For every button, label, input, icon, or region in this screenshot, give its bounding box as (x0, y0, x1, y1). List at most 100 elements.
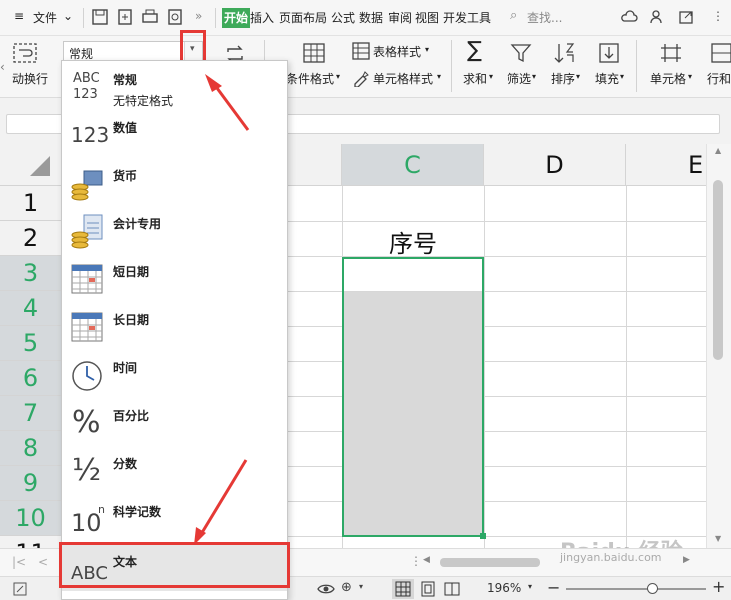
row-header-1[interactable]: 1 (0, 186, 62, 221)
scroll-down-icon[interactable]: ▼ (715, 534, 721, 543)
column-header-c[interactable]: C (342, 144, 484, 186)
prev-sheet-icon[interactable]: < (38, 555, 48, 569)
row-header-9[interactable]: 9 (0, 466, 62, 501)
table-style-icon[interactable] (352, 42, 370, 60)
format-option-long-date[interactable]: 长日期 (62, 301, 287, 349)
share-icon[interactable] (677, 8, 695, 26)
save-icon[interactable] (91, 8, 109, 26)
zoom-out-icon[interactable]: − (547, 578, 560, 597)
row-header-8[interactable]: 8 (0, 431, 62, 466)
table-style-label[interactable]: 表格样式 (373, 43, 421, 60)
cell-label[interactable]: 单元格 (650, 70, 686, 87)
tab-page-layout[interactable]: 页面布局 (279, 9, 327, 26)
chevron-down-icon[interactable]: ▾ (528, 582, 532, 591)
hamburger-icon[interactable]: ≡ (14, 9, 24, 23)
wrap-text-label[interactable]: 动换行 (12, 70, 48, 87)
eye-protect-icon[interactable] (316, 581, 336, 597)
format-option-scientific[interactable]: 10 n 科学记数 (62, 493, 287, 541)
format-option-fraction[interactable]: ½ 分数 (62, 445, 287, 493)
conditional-format-icon[interactable] (302, 42, 326, 64)
format-option-general[interactable]: ABC 123 常规 无特定格式 (62, 61, 287, 109)
tab-view[interactable]: 视图 (415, 9, 439, 26)
wrap-text-icon[interactable] (12, 42, 38, 64)
sum-label[interactable]: 求和 (463, 70, 487, 87)
cell-style-label[interactable]: 单元格样式 (373, 70, 433, 87)
scroll-left-icon[interactable]: ◀ (423, 555, 430, 565)
macro-icon[interactable] (12, 581, 28, 597)
format-option-accounting[interactable]: 会计专用 (62, 205, 287, 253)
row-header-4[interactable]: 4 (0, 291, 62, 326)
page-layout-icon[interactable] (420, 581, 436, 597)
cell-icon[interactable] (659, 42, 683, 64)
chevron-down-icon[interactable]: ▾ (620, 72, 624, 81)
sum-icon[interactable]: ∑ (467, 38, 482, 63)
chevron-down-icon[interactable]: ▾ (688, 72, 692, 81)
page-break-icon[interactable] (444, 581, 460, 597)
row-column-label[interactable]: 行和 (707, 70, 731, 87)
vertical-scrollbar[interactable]: ▲ ▼ (706, 144, 731, 548)
sort-label[interactable]: 排序 (551, 70, 575, 87)
chevron-down-icon[interactable]: ▾ (489, 72, 493, 81)
split-handle[interactable]: ⋮ (410, 554, 422, 568)
filter-label[interactable]: 筛选 (507, 70, 531, 87)
scroll-up-icon[interactable]: ▲ (715, 146, 721, 155)
row-header-6[interactable]: 6 (0, 361, 62, 396)
zoom-slider-knob[interactable] (647, 583, 658, 594)
fill-handle[interactable] (480, 533, 486, 539)
tab-insert[interactable]: 插入 (250, 9, 274, 26)
tab-formula[interactable]: 公式 (331, 9, 355, 26)
user-add-icon[interactable] (648, 8, 666, 26)
more-options-icon[interactable]: ⋮ (712, 9, 724, 23)
filter-icon[interactable] (510, 42, 532, 64)
search-box[interactable]: ⌕ 查找... (508, 7, 608, 29)
ribbon-scroll-left-icon[interactable]: ‹ (0, 60, 5, 74)
reading-mode-icon[interactable]: ⊕ (341, 580, 352, 595)
tab-developer[interactable]: 开发工具 (443, 9, 491, 26)
format-option-percent[interactable]: % 百分比 (62, 397, 287, 445)
cell-c2[interactable]: 序号 (342, 224, 484, 258)
print-preview-icon[interactable] (166, 8, 184, 26)
horizontal-scroll-thumb[interactable] (440, 558, 540, 567)
row-header-7[interactable]: 7 (0, 396, 62, 431)
scroll-thumb[interactable] (713, 180, 723, 360)
row-column-icon[interactable] (710, 42, 731, 64)
chevron-down-icon[interactable]: ▾ (359, 582, 363, 591)
format-option-short-date[interactable]: 短日期 (62, 253, 287, 301)
tab-start[interactable]: 开始 (222, 8, 251, 28)
column-header-e[interactable]: E (626, 144, 706, 186)
first-sheet-icon[interactable]: |< (12, 555, 26, 569)
export-pdf-icon[interactable] (116, 8, 134, 26)
row-header-5[interactable]: 5 (0, 326, 62, 361)
tab-review[interactable]: 审阅 (388, 9, 412, 26)
chevron-down-icon[interactable]: ▾ (576, 72, 580, 81)
chevron-down-icon[interactable]: ▾ (437, 72, 441, 81)
row-header-11[interactable]: 11 (0, 536, 62, 548)
select-all-corner[interactable] (0, 144, 62, 186)
cell-style-icon[interactable] (352, 69, 370, 87)
zoom-in-icon[interactable]: + (712, 577, 725, 596)
chevron-down-icon[interactable]: ▾ (532, 72, 536, 81)
row-header-10[interactable]: 10 (0, 501, 62, 536)
normal-view-button[interactable] (392, 579, 414, 599)
row-header-3[interactable]: 3 (0, 256, 62, 291)
zoom-slider-track[interactable] (566, 588, 706, 590)
format-option-currency[interactable]: 货币 (62, 157, 287, 205)
fill-icon[interactable] (598, 42, 620, 64)
conditional-format-label[interactable]: 条件格式 (286, 70, 334, 87)
chevron-down-icon[interactable]: ▾ (336, 72, 340, 81)
scroll-right-icon[interactable]: ▶ (683, 555, 690, 565)
chevron-down-icon[interactable]: ▾ (425, 45, 429, 54)
fill-label[interactable]: 填充 (595, 70, 619, 87)
column-header-d[interactable]: D (484, 144, 626, 186)
print-icon[interactable] (141, 8, 159, 26)
format-option-time[interactable]: 时间 (62, 349, 287, 397)
cloud-sync-icon[interactable] (620, 8, 638, 26)
selection-border[interactable] (342, 257, 484, 537)
tab-data[interactable]: 数据 (359, 9, 383, 26)
more-icon[interactable]: » (195, 9, 202, 23)
row-header-2[interactable]: 2 (0, 221, 62, 256)
sort-icon[interactable] (553, 42, 577, 64)
format-option-number[interactable]: 123 数值 (62, 109, 287, 157)
chevron-down-icon[interactable]: ⌄ (63, 9, 73, 23)
zoom-level[interactable]: 196% (487, 581, 521, 595)
